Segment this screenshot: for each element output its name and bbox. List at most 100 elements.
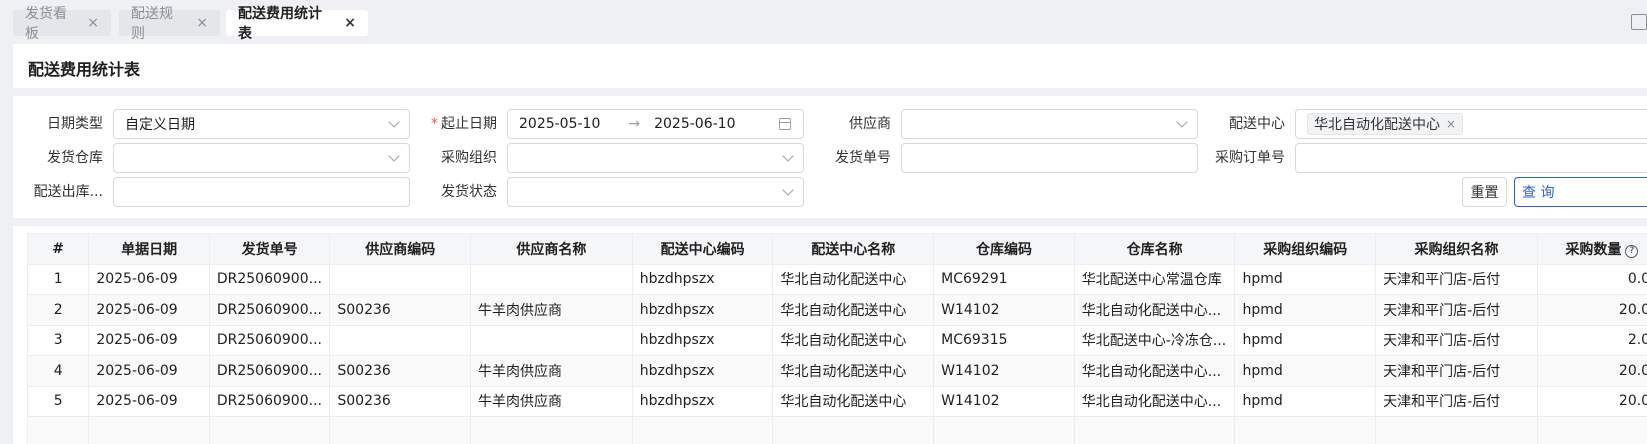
supplier-code-cell: S00236 [329, 294, 472, 326]
warehouse-code-cell: MC69291 [933, 263, 1075, 295]
table-row[interactable] [26, 416, 1647, 444]
center-name-cell: 华北自动化配送中心 [772, 355, 935, 387]
start-date-value[interactable]: 2025-05-10 [519, 116, 600, 132]
column-header[interactable]: 采购组织名称 [1375, 233, 1538, 265]
date-range-label-text: 起止日期 [441, 116, 497, 132]
reset-button[interactable]: 重置 [1462, 177, 1507, 207]
calendar-icon [779, 118, 791, 130]
supplier-select[interactable] [901, 109, 1198, 139]
results-table: # 单据日期 发货单号 供应商编码 供应商名称 配送中心编码 配送中心名称 仓库… [26, 233, 1647, 444]
shipping-no-cell: DR25060900... [208, 385, 331, 417]
date-type-value: 自定义日期 [125, 117, 195, 133]
org-code-cell [1234, 416, 1377, 444]
column-header-label: 采购数量 [1565, 241, 1622, 258]
org-code-cell: hpmd [1234, 324, 1377, 356]
column-header[interactable]: 采购组织编码 [1234, 233, 1377, 265]
po-no-input[interactable] [1295, 143, 1647, 173]
column-header[interactable]: 供应商名称 [470, 233, 633, 265]
end-date-value[interactable]: 2025-06-10 [654, 116, 735, 132]
supplier-code-cell: S00236 [329, 355, 472, 387]
quantity-cell [1536, 416, 1647, 444]
org-name-cell: 天津和平门店-后付 [1375, 324, 1538, 356]
tab-label: 配送规则 [131, 6, 173, 42]
org-code-cell: hpmd [1234, 355, 1377, 387]
shipping-no-input[interactable] [901, 143, 1198, 173]
supplier-name-cell: 牛羊肉供应商 [470, 385, 633, 417]
shipping-no-cell: DR25060900... [208, 263, 331, 295]
row-index: 1 [26, 263, 90, 295]
row-index: 4 [26, 355, 90, 387]
chevron-down-icon [782, 150, 794, 162]
org-name-cell [1375, 416, 1538, 444]
distribution-center-label: 配送中心 [1229, 116, 1285, 132]
doc-date-cell: 2025-06-09 [88, 355, 210, 387]
query-button[interactable]: 查 询 [1514, 177, 1647, 207]
date-range-picker[interactable]: 2025-05-10 → 2025-06-10 [507, 109, 804, 139]
warehouse-name-cell: 华北自动化配送中心... [1073, 355, 1236, 387]
required-mark: * [431, 116, 438, 132]
supplier-name-cell: 牛羊肉供应商 [470, 294, 633, 326]
warehouse-name-cell: 华北自动化配送中心... [1073, 294, 1236, 326]
column-header-quantity[interactable]: 采购数量? [1536, 233, 1647, 265]
warehouse-code-cell: W14102 [933, 385, 1075, 417]
table-row[interactable]: 1 2025-06-09 DR25060900... hbzdhpszx 华北自动化配送… [26, 263, 1647, 295]
column-header[interactable]: # [26, 233, 90, 265]
window-icon[interactable] [1631, 14, 1647, 30]
supplier-name-cell [470, 263, 633, 295]
org-name-cell: 天津和平门店-后付 [1375, 385, 1538, 417]
supplier-code-cell: S00236 [329, 385, 472, 417]
close-icon[interactable]: × [196, 16, 208, 30]
close-icon[interactable]: × [344, 16, 356, 30]
results-table-panel: # 单据日期 发货单号 供应商编码 供应商名称 配送中心编码 配送中心名称 仓库… [13, 226, 1647, 444]
distribution-center-select[interactable]: 华北自动化配送中心 × [1295, 109, 1647, 139]
supplier-name-cell: 牛羊肉供应商 [470, 355, 633, 387]
column-header[interactable]: 配送中心名称 [772, 233, 935, 265]
center-code-cell: hbzdhpszx [631, 294, 774, 326]
column-header[interactable]: 单据日期 [88, 233, 210, 265]
org-name-cell: 天津和平门店-后付 [1375, 263, 1538, 295]
table-row[interactable]: 2 2025-06-09 DR25060900... S00236 牛羊肉供应商 hbzd… [26, 294, 1647, 326]
warehouse-name-cell: 华北自动化配送中心... [1073, 385, 1236, 417]
tab-shipping-board[interactable]: 发货看板 × [13, 6, 111, 42]
column-header[interactable]: 仓库名称 [1073, 233, 1236, 265]
chevron-down-icon [782, 184, 794, 196]
quantity-cell: 0.00 [1536, 263, 1647, 295]
ship-status-select[interactable] [507, 177, 804, 207]
table-row[interactable]: 5 2025-06-09 DR25060900... S00236 牛羊肉供应商 hbzd… [26, 385, 1647, 417]
warehouse-name-cell: 华北配送中心常温仓库 [1073, 263, 1236, 295]
center-name-cell: 华北自动化配送中心 [772, 294, 935, 326]
page-header: 配送费用统计表 [13, 44, 1647, 88]
arrow-right-icon: → [628, 116, 641, 132]
column-header[interactable]: 仓库编码 [933, 233, 1075, 265]
org-code-cell: hpmd [1234, 294, 1377, 326]
column-header[interactable]: 配送中心编码 [631, 233, 774, 265]
tab-delivery-cost-report[interactable]: 配送费用统计表 × [226, 6, 368, 42]
doc-date-cell: 2025-06-09 [88, 385, 210, 417]
help-icon[interactable]: ? [1625, 244, 1639, 258]
column-header[interactable]: 供应商编码 [329, 233, 472, 265]
warehouse-code-cell: W14102 [933, 294, 1075, 326]
supplier-name-cell [470, 416, 633, 444]
selected-center-text: 华北自动化配送中心 [1314, 117, 1440, 133]
date-type-select[interactable]: 自定义日期 [113, 109, 410, 139]
warehouse-code-cell: MC69315 [933, 324, 1075, 356]
column-header[interactable]: 发货单号 [208, 233, 331, 265]
row-index: 3 [26, 324, 90, 356]
tag-close-icon[interactable]: × [1446, 117, 1456, 131]
outbound-input[interactable] [113, 177, 410, 207]
ship-status-label: 发货状态 [441, 184, 497, 200]
warehouse-name-cell [1073, 416, 1236, 444]
shipping-no-cell: DR25060900... [208, 324, 331, 356]
center-name-cell [772, 416, 935, 444]
table-row[interactable]: 4 2025-06-09 DR25060900... S00236 牛羊肉供应商 hbzd… [26, 355, 1647, 387]
center-code-cell: hbzdhpszx [631, 355, 774, 387]
tab-delivery-rules[interactable]: 配送规则 × [119, 6, 220, 42]
purchase-org-select[interactable] [507, 143, 804, 173]
supplier-code-cell [329, 324, 472, 356]
supplier-name-cell [470, 324, 633, 356]
warehouse-select[interactable] [113, 143, 410, 173]
close-icon[interactable]: × [87, 16, 99, 30]
doc-date-cell: 2025-06-09 [88, 324, 210, 356]
table-row[interactable]: 3 2025-06-09 DR25060900... hbzdhpszx 华北自动化配送… [26, 324, 1647, 356]
center-code-cell: hbzdhpszx [631, 324, 774, 356]
